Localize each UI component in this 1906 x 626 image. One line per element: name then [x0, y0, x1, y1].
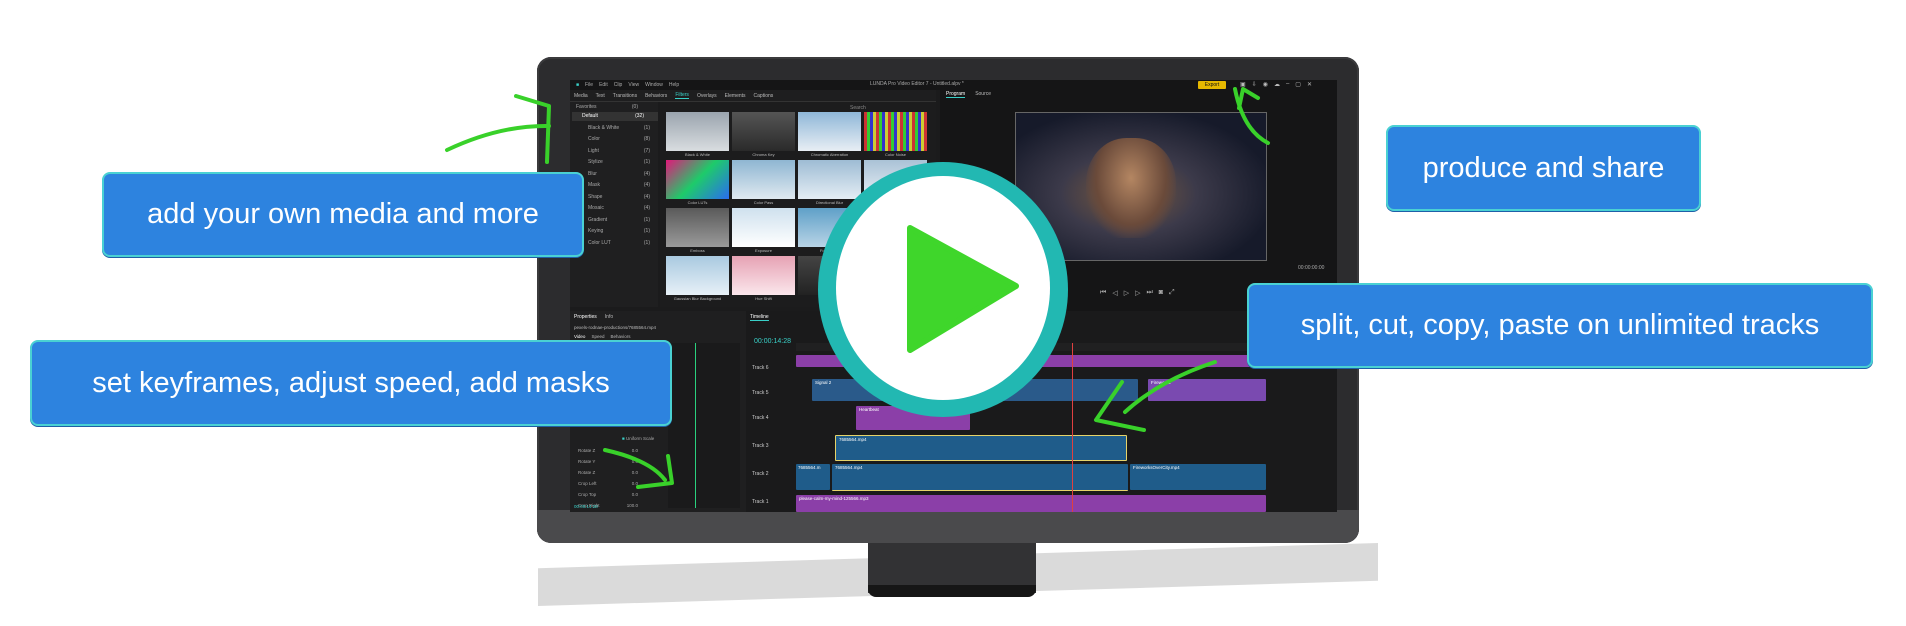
- arrow-media-line: [445, 123, 551, 152]
- callout-produce: produce and share: [1386, 125, 1701, 211]
- callout-media: add your own media and more: [102, 172, 584, 257]
- arrow-keyframes-line1: [603, 448, 667, 482]
- callout-keyframes: set keyframes, adjust speed, add masks: [30, 340, 672, 426]
- play-triangle-icon: [907, 225, 1019, 353]
- arrow-split-line: [1123, 360, 1217, 414]
- arrow-split-head: [1094, 380, 1146, 432]
- arrow-produce-head: [1237, 87, 1260, 110]
- callout-split: split, cut, copy, paste on unlimited tra…: [1247, 283, 1873, 368]
